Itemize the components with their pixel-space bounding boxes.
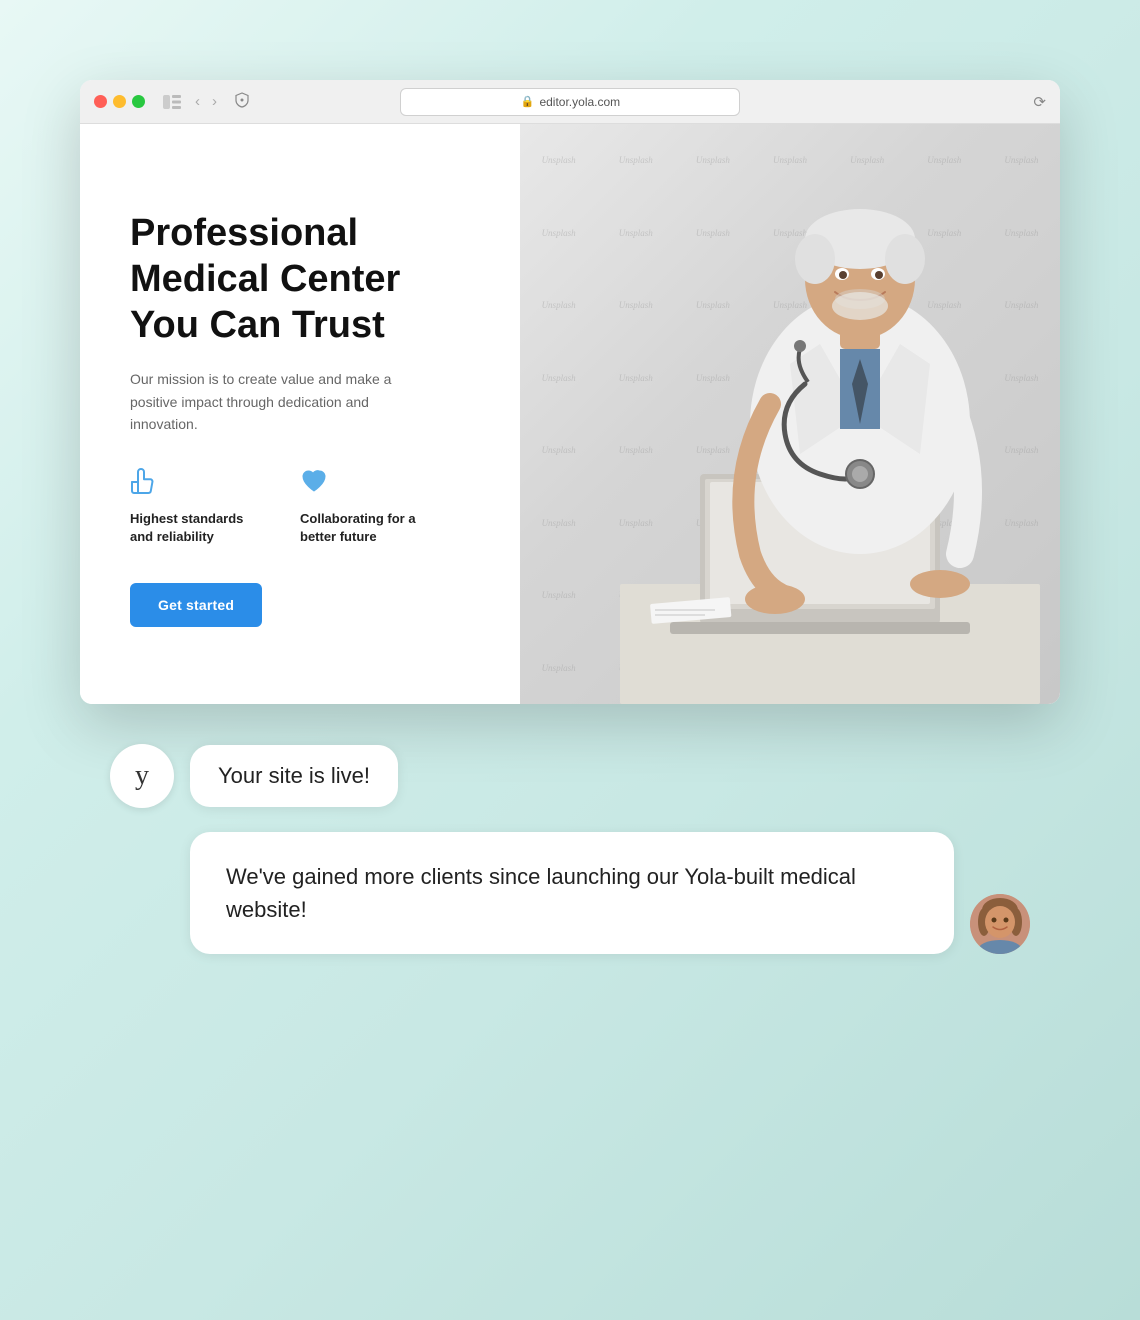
doctor-illustration	[620, 164, 1040, 704]
shield-icon	[235, 92, 249, 112]
hero-title: Professional Medical Center You Can Trus…	[130, 211, 470, 348]
hero-subtitle: Our mission is to create value and make …	[130, 368, 410, 435]
browser-toolbar: ‹ › 🔒 editor.yola.com ⟳	[80, 80, 1060, 124]
feature-item-2: Collaborating for a better future	[300, 467, 430, 546]
close-button[interactable]	[94, 95, 107, 108]
minimize-button[interactable]	[113, 95, 126, 108]
thumbs-up-icon	[130, 467, 260, 502]
user-avatar	[970, 894, 1030, 954]
nav-arrows: ‹ ›	[191, 91, 221, 112]
yola-avatar: y	[110, 744, 174, 808]
heart-icon	[300, 467, 430, 502]
chat-bubble-testimonial: We've gained more clients since launchin…	[190, 832, 954, 954]
chat-section: y Your site is live! We've gained more c…	[80, 744, 1060, 954]
reload-button[interactable]: ⟳	[1033, 93, 1046, 111]
lock-icon: 🔒	[521, 95, 535, 108]
back-arrow[interactable]: ‹	[191, 91, 204, 112]
address-bar[interactable]: 🔒 editor.yola.com	[400, 88, 740, 116]
chat-row-1: y Your site is live!	[110, 744, 1030, 808]
url-text: editor.yola.com	[539, 95, 620, 109]
forward-arrow[interactable]: ›	[208, 91, 221, 112]
chat-bubble-live: Your site is live!	[190, 745, 398, 807]
feature-item-1: Highest standards and reliability	[130, 467, 260, 546]
maximize-button[interactable]	[132, 95, 145, 108]
hero-left-panel: Professional Medical Center You Can Trus…	[80, 124, 520, 704]
page-wrapper: ‹ › 🔒 editor.yola.com ⟳ Professional Med…	[0, 80, 1140, 954]
traffic-lights	[94, 95, 145, 108]
feature-label-1: Highest standards and reliability	[130, 510, 260, 546]
get-started-button[interactable]: Get started	[130, 583, 262, 627]
feature-label-2: Collaborating for a better future	[300, 510, 430, 546]
hero-right-panel: Unsplash Unsplash Unsplash Unsplash Unsp…	[520, 124, 1060, 704]
chat-row-2: We've gained more clients since launchin…	[110, 832, 1030, 954]
website-preview: Professional Medical Center You Can Trus…	[80, 124, 1060, 704]
sidebar-toggle-icon[interactable]	[163, 95, 181, 109]
features-row: Highest standards and reliability Collab…	[130, 467, 470, 546]
doctor-image: Unsplash Unsplash Unsplash Unsplash Unsp…	[520, 124, 1060, 704]
browser-window: ‹ › 🔒 editor.yola.com ⟳ Professional Med…	[80, 80, 1060, 704]
